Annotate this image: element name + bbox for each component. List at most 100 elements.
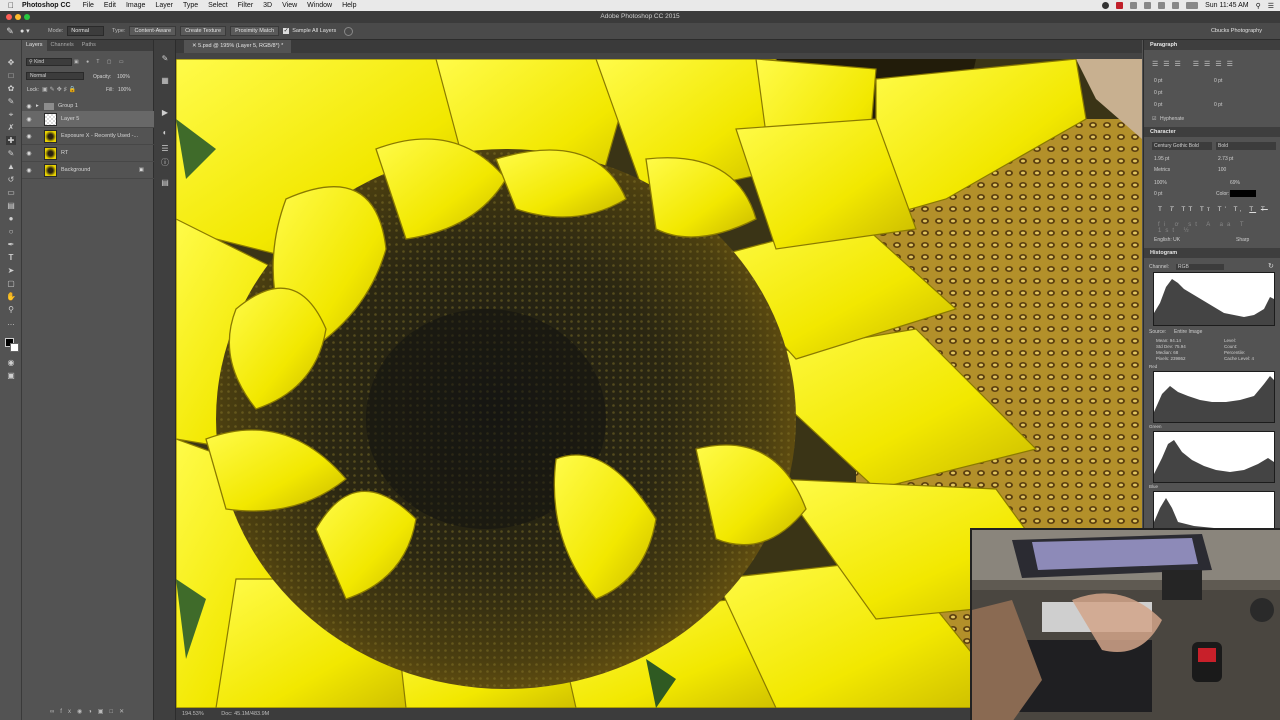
zoom-tool-icon[interactable]: ⚲ xyxy=(6,305,16,314)
document-size[interactable]: Doc: 45.1M/483.9M xyxy=(221,711,269,717)
close-window-button[interactable] xyxy=(6,14,12,20)
volume-icon[interactable] xyxy=(1172,2,1180,9)
eraser-tool-icon[interactable]: ▭ xyxy=(6,188,16,197)
vertical-scale-field[interactable]: 100% xyxy=(1154,180,1167,186)
layer-name[interactable]: Layer 5 xyxy=(61,116,79,122)
menubar-clock[interactable]: Sun 11:45 AM xyxy=(1205,2,1248,9)
zoom-window-button[interactable] xyxy=(24,14,30,20)
notification-icon[interactable]: ☰ xyxy=(1268,2,1274,10)
marquee-tool-icon[interactable]: □ xyxy=(6,71,16,80)
apple-icon[interactable]:  xyxy=(0,1,22,10)
layer-name[interactable]: Exposure X - Recently Used -... xyxy=(61,133,138,139)
kerning-field[interactable]: Metrics xyxy=(1154,167,1170,173)
mode-select[interactable]: Normal xyxy=(67,26,105,36)
hyphenate-checkbox[interactable]: ☑ xyxy=(1152,116,1156,122)
opentype-buttons[interactable]: fi ơ st A aa T 1st ½ xyxy=(1158,222,1270,234)
first-line-indent-field[interactable]: 0 pt xyxy=(1154,90,1162,96)
lock-icons[interactable]: ▣✎✥♯🔒 xyxy=(42,86,78,93)
leading-field[interactable]: 2.73 pt xyxy=(1218,156,1233,162)
font-size-field[interactable]: 1.95 pt xyxy=(1154,156,1169,162)
blur-tool-icon[interactable]: ● xyxy=(6,214,16,223)
adjustments-icon[interactable]: ◐ xyxy=(160,128,170,137)
spotlight-icon[interactable]: ⚲ xyxy=(1256,2,1261,10)
record-icon[interactable] xyxy=(1102,2,1110,9)
layer-name[interactable]: Group 1 xyxy=(58,103,78,109)
paragraph-align-buttons[interactable]: ☰☰☰ ☰☰☰☰ xyxy=(1152,60,1272,68)
hand-tool-icon[interactable]: ✋ xyxy=(6,292,16,301)
app-menu[interactable]: Photoshop CC xyxy=(22,2,71,9)
menu-filter[interactable]: Filter xyxy=(238,2,254,9)
tab-paths[interactable]: Paths xyxy=(78,40,100,51)
gradient-tool-icon[interactable]: ▤ xyxy=(6,201,16,210)
bluetooth-icon[interactable] xyxy=(1158,2,1166,9)
menu-edit[interactable]: Edit xyxy=(104,2,116,9)
text-color-swatch[interactable] xyxy=(1230,190,1256,197)
time-machine-icon[interactable] xyxy=(1144,2,1152,9)
layer-filter-icons[interactable]: ▣ ● T ▢ ▭ xyxy=(74,59,144,66)
channel-select[interactable]: RGB xyxy=(1176,264,1224,270)
lasso-tool-icon[interactable]: ✿ xyxy=(6,84,16,93)
document-tab[interactable]: ✕ 5.psd @ 195% (Layer 5, RGB/8*) * xyxy=(184,40,292,53)
layer-row-rt[interactable]: ◉ RT xyxy=(22,145,154,162)
history-brush-tool-icon[interactable]: ↺ xyxy=(6,175,16,184)
horizontal-scale-field[interactable]: 69% xyxy=(1230,180,1240,186)
layer-name[interactable]: RT xyxy=(61,150,68,156)
menu-layer[interactable]: Layer xyxy=(155,2,173,9)
create-texture-button[interactable]: Create Texture xyxy=(180,26,227,36)
move-tool-icon[interactable]: ✥ xyxy=(6,58,16,67)
wifi-icon[interactable] xyxy=(1130,2,1138,9)
info-icon[interactable]: ⓘ xyxy=(160,158,170,167)
fill-value[interactable]: 100% xyxy=(118,87,131,93)
layers-footer-buttons[interactable]: ∞fx◉◑▣□✕ xyxy=(50,708,150,716)
screen-mode-icon[interactable]: ▣ xyxy=(6,371,16,380)
zoom-level[interactable]: 194.53% xyxy=(182,711,204,717)
layer-row-exposure[interactable]: ◉ Exposure X - Recently Used -... xyxy=(22,128,154,145)
menu-view[interactable]: View xyxy=(282,2,297,9)
healing-brush-tool-icon[interactable]: ✚ xyxy=(6,136,16,145)
properties-icon[interactable]: ☰ xyxy=(160,144,170,153)
brush-tool-icon[interactable]: ✎ xyxy=(6,149,16,158)
quick-mask-icon[interactable]: ◉ xyxy=(6,358,16,367)
source-select[interactable]: Entire Image xyxy=(1174,329,1202,335)
character-panel-header[interactable]: Character xyxy=(1144,127,1280,137)
pressure-size-icon[interactable] xyxy=(344,26,354,36)
background-color-swatch[interactable] xyxy=(10,343,19,352)
brushes-icon[interactable]: ▦ xyxy=(160,76,170,85)
blend-mode-select[interactable]: Normal xyxy=(26,72,84,80)
eyedropper-tool-icon[interactable]: ✗ xyxy=(6,123,16,132)
visibility-eye-icon[interactable]: ◉ xyxy=(22,116,36,123)
status-icon[interactable] xyxy=(1116,2,1124,9)
indent-right-field[interactable]: 0 pt xyxy=(1214,78,1222,84)
actions-icon[interactable]: ▶ xyxy=(160,108,170,117)
sample-all-layers-checkbox[interactable]: ✓ xyxy=(283,28,290,34)
menu-window[interactable]: Window xyxy=(307,2,332,9)
tracking-field[interactable]: 100 xyxy=(1218,167,1226,173)
brush-preset-picker[interactable]: ● ▾ xyxy=(20,27,48,35)
pen-tool-icon[interactable]: ✒ xyxy=(6,240,16,249)
opacity-value[interactable]: 100% xyxy=(117,74,130,80)
disclosure-triangle-icon[interactable]: ▸ xyxy=(36,103,44,109)
font-family-select[interactable]: Century Gothic Bold xyxy=(1152,142,1212,150)
layer-row-layer-5[interactable]: ◉ Layer 5 xyxy=(22,111,154,128)
menu-type[interactable]: Type xyxy=(183,2,198,9)
battery-icon[interactable] xyxy=(1186,2,1199,9)
brush-settings-icon[interactable]: ✎ xyxy=(160,54,170,63)
path-select-tool-icon[interactable]: ➤ xyxy=(6,266,16,275)
edit-toolbar-icon[interactable]: … xyxy=(6,318,16,327)
dodge-tool-icon[interactable]: ○ xyxy=(6,227,16,236)
space-after-field[interactable]: 0 pt xyxy=(1214,102,1222,108)
quick-select-tool-icon[interactable]: ✎ xyxy=(6,97,16,106)
visibility-eye-icon[interactable]: ◉ xyxy=(22,150,36,157)
navigator-icon[interactable]: ▤ xyxy=(160,178,170,187)
workspace-switcher[interactable]: Cbucks Photography xyxy=(1211,28,1262,34)
visibility-eye-icon[interactable]: ◉ xyxy=(22,103,36,110)
antialias-select[interactable]: Sharp xyxy=(1236,237,1274,243)
language-select[interactable]: English: UK xyxy=(1154,237,1210,243)
menu-image[interactable]: Image xyxy=(126,2,145,9)
baseline-shift-field[interactable]: 0 pt xyxy=(1154,191,1162,197)
tab-layers[interactable]: Layers xyxy=(22,40,47,51)
crop-tool-icon[interactable]: ⌖ xyxy=(6,110,16,119)
healing-brush-tool-icon[interactable]: ✎ xyxy=(0,26,20,37)
menu-file[interactable]: File xyxy=(83,2,94,9)
paragraph-panel-header[interactable]: Paragraph xyxy=(1144,40,1280,50)
